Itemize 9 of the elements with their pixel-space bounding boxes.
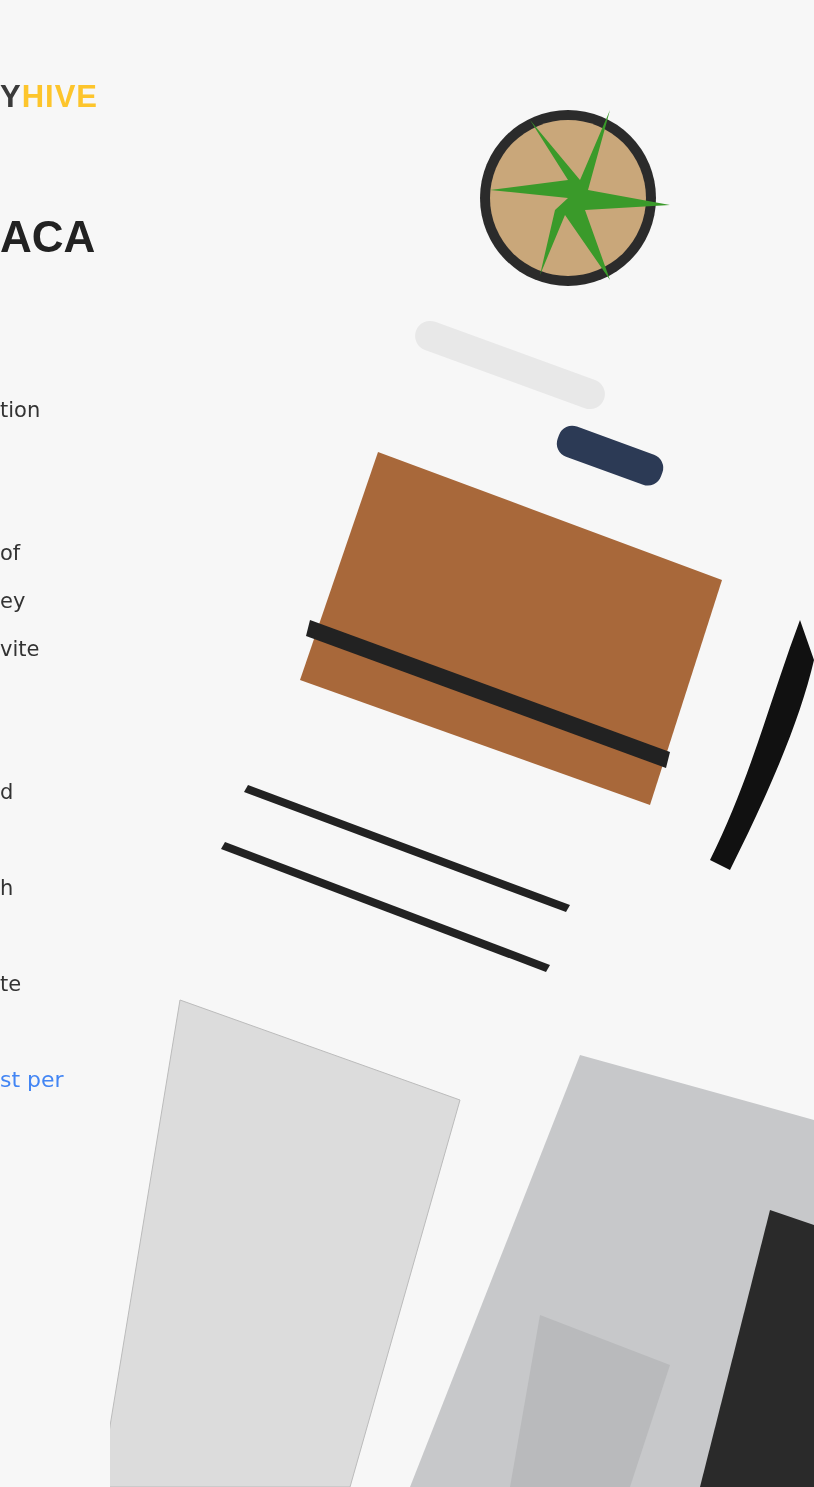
- paragraph-line: d: [0, 779, 15, 806]
- paragraph-line: h: [0, 875, 15, 902]
- paragraph-line: te: [0, 971, 23, 998]
- paragraph-line: vite: [0, 636, 41, 663]
- logo[interactable]: YHIVE: [0, 78, 110, 116]
- heading: ACA: [0, 212, 97, 262]
- paragraph-line: of: [0, 540, 22, 567]
- paragraph-line: ey: [0, 588, 27, 615]
- paragraph-line: tion: [0, 397, 42, 424]
